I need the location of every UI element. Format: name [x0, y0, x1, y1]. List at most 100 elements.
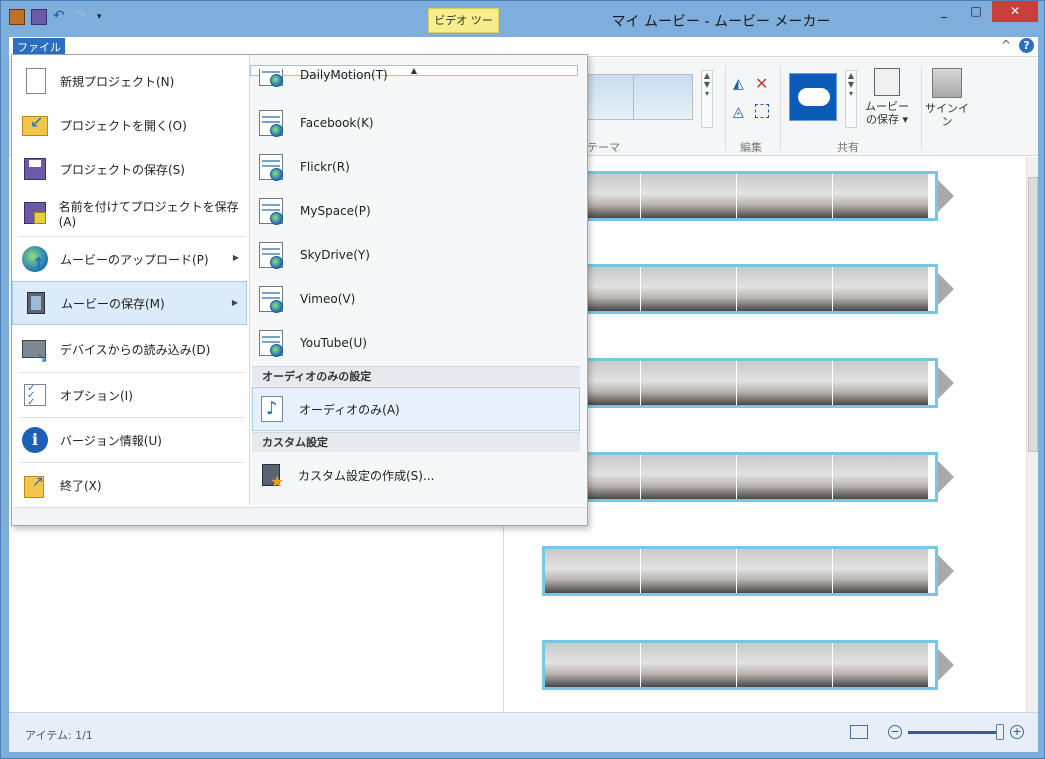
help-icon[interactable]: ?	[1019, 38, 1034, 53]
storyboard-scrollbar[interactable]	[1026, 157, 1038, 712]
skydrive-share-button[interactable]	[789, 73, 837, 121]
open-folder-icon: ↙	[20, 110, 50, 140]
close-button[interactable]: ✕	[992, 1, 1038, 22]
redo-icon[interactable]: ↷	[75, 9, 91, 25]
storyboard-clip[interactable]	[542, 358, 954, 408]
signin-button[interactable]: サインイン	[923, 68, 971, 128]
window-controls: _ □ ✕	[928, 1, 1038, 22]
maximize-button[interactable]: □	[960, 1, 992, 22]
submenu-item-myspace[interactable]: MySpace(P)	[252, 189, 580, 233]
signin-label: サインイン	[925, 102, 969, 128]
ribbon-right-controls: ^ ?	[1001, 38, 1034, 53]
menu-item-label: プロジェクトの保存(S)	[60, 162, 185, 177]
save-movie-label-line1: ムービー	[865, 100, 909, 113]
new-document-icon	[20, 66, 50, 96]
storyboard-clip[interactable]	[542, 264, 954, 314]
cloud-icon	[798, 88, 830, 106]
file-menu-commands: 新規プロジェクト(N) ↙ プロジェクトを開く(O) プロジェクトの保存(S) …	[12, 55, 248, 507]
user-avatar-icon	[932, 68, 962, 98]
file-menu-footer	[12, 507, 587, 525]
submenu-item-vimeo[interactable]: Vimeo(V)	[252, 277, 580, 321]
edit-group-label: 編集	[740, 141, 762, 154]
thumbnail-size-icon[interactable]	[850, 725, 868, 739]
menu-item-save-project[interactable]: プロジェクトの保存(S)	[12, 147, 247, 191]
clip-frame	[641, 643, 737, 687]
clip-frame	[641, 267, 737, 311]
menu-item-open-project[interactable]: ↙ プロジェクトを開く(O)	[12, 103, 247, 147]
audio-settings-header: オーディオのみの設定	[252, 366, 580, 386]
collapse-ribbon-icon[interactable]: ^	[1001, 38, 1011, 53]
video-tools-context-tab[interactable]: ビデオ ツール	[428, 8, 499, 51]
storyboard-clip[interactable]	[542, 546, 954, 596]
submenu-item-facebook[interactable]: Facebook(K)	[252, 101, 580, 145]
web-document-icon	[256, 108, 284, 138]
clip-transition-arrow	[938, 555, 954, 587]
web-document-icon	[256, 152, 284, 182]
web-document-icon	[256, 284, 284, 314]
submenu-item-dailymotion[interactable]: DailyMotion(T)	[252, 69, 580, 91]
save-as-icon	[20, 198, 49, 228]
submenu-item-flickr[interactable]: Flickr(R)	[252, 145, 580, 189]
clip-frame	[545, 643, 641, 687]
submenu-item-skydrive[interactable]: SkyDrive(Y)	[252, 233, 580, 277]
clip-frame	[737, 267, 833, 311]
minimize-button[interactable]: _	[928, 1, 960, 22]
submenu-item-label: Vimeo(V)	[300, 292, 356, 306]
clip-frame	[833, 361, 929, 405]
remove-icon[interactable]: ✕	[755, 74, 768, 93]
file-menu: 新規プロジェクト(N) ↙ プロジェクトを開く(O) プロジェクトの保存(S) …	[11, 54, 588, 526]
submenu-item-label: オーディオのみ(A)	[299, 402, 400, 417]
title-bar: ↶ ↷ ▾ ビデオ ツール マイ ムービー - ムービー メーカー _ □ ✕	[1, 1, 1044, 51]
share-gallery-scroll[interactable]: ▲ ▼ ▾	[845, 70, 857, 128]
storyboard-clip[interactable]	[542, 640, 954, 690]
submenu-item-label: Facebook(K)	[300, 116, 374, 130]
ribbon-separator	[725, 66, 726, 150]
scrollbar-thumb[interactable]	[1028, 177, 1038, 452]
select-all-icon[interactable]	[755, 104, 769, 118]
zoom-in-button[interactable]: +	[1010, 725, 1024, 739]
submenu-item-label: YouTube(U)	[300, 336, 367, 350]
zoom-out-button[interactable]: −	[888, 725, 902, 739]
custom-settings-icon: ★	[256, 460, 286, 491]
theme-thumbnail-2[interactable]	[633, 74, 693, 120]
clip-frame	[641, 455, 737, 499]
menu-item-label: ムービーの保存(M)	[61, 296, 165, 311]
status-bar: アイテム: 1/1 − +	[9, 712, 1038, 752]
menu-item-upload-movie[interactable]: ↑ ムービーのアップロード(P) ▶	[12, 237, 247, 281]
submenu-item-custom-settings[interactable]: ★ カスタム設定の作成(S)...	[252, 453, 580, 497]
submenu-item-label: MySpace(P)	[300, 204, 371, 218]
clip-frame	[641, 361, 737, 405]
storyboard-clip[interactable]	[542, 171, 954, 221]
rotate-left-icon[interactable]: ◭	[733, 76, 744, 92]
submenu-item-label: DailyMotion(T)	[300, 69, 388, 82]
ribbon-separator	[921, 66, 922, 150]
zoom-slider-thumb[interactable]	[996, 723, 1004, 740]
save-movie-label-line2: の保存 ▾	[865, 113, 909, 126]
custom-settings-header: カスタム設定	[252, 432, 580, 452]
submenu-item-audio-only[interactable]: ♪ オーディオのみ(A)	[252, 387, 580, 431]
menu-item-import-device[interactable]: ↘ デバイスからの読み込み(D)	[12, 327, 247, 371]
menu-item-about[interactable]: i バージョン情報(U)	[12, 418, 247, 462]
menu-item-save-as[interactable]: 名前を付けてプロジェクトを保存(A)	[12, 191, 247, 235]
save-movie-button[interactable]: ムービー の保存 ▾	[859, 68, 915, 126]
undo-icon[interactable]: ↶	[53, 9, 69, 25]
submenu-item-youtube[interactable]: YouTube(U)	[252, 321, 580, 365]
quick-save-icon[interactable]	[31, 9, 47, 25]
window-title: マイ ムービー - ムービー メーカー	[611, 14, 831, 30]
storyboard-clip[interactable]	[542, 452, 954, 502]
theme-gallery-scroll[interactable]: ▲ ▼ ▾	[701, 70, 713, 128]
menu-item-options[interactable]: ✓ ✓ ✓ オプション(I)	[12, 373, 247, 417]
app-film-icon[interactable]	[9, 9, 25, 25]
clip-frame	[833, 267, 929, 311]
rotate-right-icon[interactable]: ◬	[733, 104, 744, 120]
menu-item-new-project[interactable]: 新規プロジェクト(N)	[12, 59, 247, 103]
web-document-icon	[256, 196, 284, 226]
menu-item-exit[interactable]: ↗ 終了(X)	[12, 463, 247, 507]
customize-qat-icon[interactable]: ▾	[97, 9, 113, 25]
clip-frame	[737, 455, 833, 499]
menu-item-save-movie[interactable]: ムービーの保存(M) ▶	[12, 281, 247, 325]
zoom-slider[interactable]	[908, 723, 1004, 740]
clip-transition-arrow	[938, 273, 954, 305]
clip-transition-arrow	[938, 461, 954, 493]
clip-frame	[641, 549, 737, 593]
